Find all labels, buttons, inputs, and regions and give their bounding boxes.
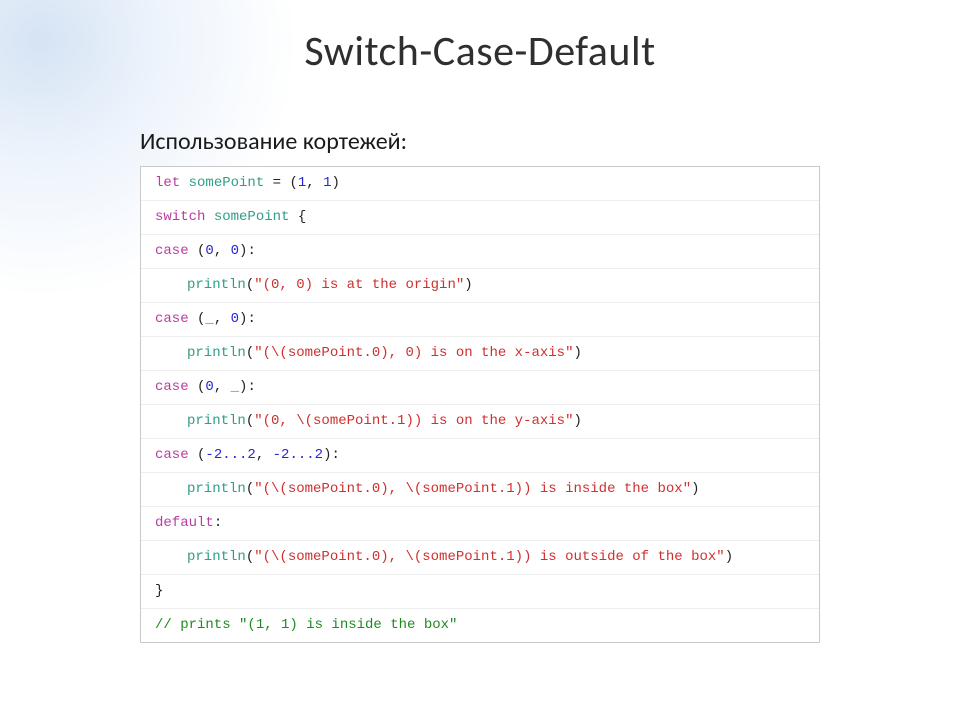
keyword-switch: switch bbox=[155, 209, 205, 225]
code-line: case (_, 0): bbox=[141, 303, 819, 337]
code-text: ) bbox=[691, 481, 699, 497]
keyword-case: case bbox=[155, 243, 189, 259]
code-text: ) bbox=[573, 345, 581, 361]
slide-title: Switch-Case-Default bbox=[0, 26, 960, 77]
identifier: somePoint bbox=[214, 209, 290, 225]
keyword-default: default bbox=[155, 515, 214, 531]
code-text: , bbox=[256, 447, 273, 463]
code-line: default: bbox=[141, 507, 819, 541]
code-line: println("(\(somePoint.0), 0) is on the x… bbox=[141, 337, 819, 371]
code-text bbox=[189, 311, 197, 327]
string-literal: "(\(somePoint.0), \(somePoint.1)) is out… bbox=[254, 549, 724, 565]
code-text: ( bbox=[246, 413, 254, 429]
content-area: Использование кортежей: let somePoint = … bbox=[140, 127, 820, 643]
identifier: println bbox=[187, 549, 246, 565]
code-text: , bbox=[306, 175, 323, 191]
code-text: ( bbox=[246, 481, 254, 497]
title-band: Switch-Case-Default bbox=[0, 0, 960, 97]
string-literal: "(0, 0) is at the origin" bbox=[254, 277, 464, 293]
keyword-case: case bbox=[155, 311, 189, 327]
code-line: // prints "(1, 1) is inside the box" bbox=[141, 609, 819, 642]
code-text: ( bbox=[246, 549, 254, 565]
code-text bbox=[189, 379, 197, 395]
code-line: let somePoint = (1, 1) bbox=[141, 167, 819, 201]
code-text: : bbox=[247, 311, 255, 327]
code-line: case (0, 0): bbox=[141, 235, 819, 269]
string-literal: "(0, \(somePoint.1)) is on the y-axis" bbox=[254, 413, 573, 429]
string-literal: "(\(somePoint.0), \(somePoint.1)) is ins… bbox=[254, 481, 691, 497]
code-text bbox=[205, 209, 213, 225]
code-text: : bbox=[331, 447, 339, 463]
identifier: _ bbox=[205, 311, 213, 327]
number-literal: 1 bbox=[298, 175, 306, 191]
code-text: ) bbox=[573, 413, 581, 429]
subtitle: Использование кортежей: bbox=[140, 127, 820, 156]
code-text bbox=[189, 447, 197, 463]
code-text: ( bbox=[246, 277, 254, 293]
code-text: : bbox=[247, 379, 255, 395]
code-text: , bbox=[214, 311, 231, 327]
identifier: println bbox=[187, 481, 246, 497]
code-text: : bbox=[214, 515, 222, 531]
code-line: println("(0, \(somePoint.1)) is on the y… bbox=[141, 405, 819, 439]
code-text: , bbox=[214, 379, 231, 395]
code-line: println("(0, 0) is at the origin") bbox=[141, 269, 819, 303]
code-line: println("(\(somePoint.0), \(somePoint.1)… bbox=[141, 541, 819, 575]
code-line: println("(\(somePoint.0), \(somePoint.1)… bbox=[141, 473, 819, 507]
identifier: somePoint bbox=[189, 175, 265, 191]
code-text: { bbox=[289, 209, 306, 225]
number-literal: 0 bbox=[231, 243, 239, 259]
code-text: } bbox=[155, 583, 163, 599]
code-line: } bbox=[141, 575, 819, 609]
keyword-case: case bbox=[155, 379, 189, 395]
code-text: ) bbox=[725, 549, 733, 565]
string-literal: "(\(somePoint.0), 0) is on the x-axis" bbox=[254, 345, 573, 361]
code-text: ) bbox=[464, 277, 472, 293]
code-line: switch somePoint { bbox=[141, 201, 819, 235]
number-literal: -2...2 bbox=[205, 447, 255, 463]
code-text: : bbox=[247, 243, 255, 259]
code-text: ( bbox=[246, 345, 254, 361]
code-text: , bbox=[214, 243, 231, 259]
code-line: case (-2...2, -2...2): bbox=[141, 439, 819, 473]
number-literal: 0 bbox=[231, 311, 239, 327]
number-literal: 0 bbox=[205, 379, 213, 395]
code-text: ) bbox=[331, 175, 339, 191]
identifier: _ bbox=[231, 379, 239, 395]
identifier: println bbox=[187, 345, 246, 361]
code-line: case (0, _): bbox=[141, 371, 819, 405]
identifier: println bbox=[187, 277, 246, 293]
code-text bbox=[189, 243, 197, 259]
code-text bbox=[180, 175, 188, 191]
comment: // prints "(1, 1) is inside the box" bbox=[155, 617, 457, 633]
identifier: println bbox=[187, 413, 246, 429]
code-text: = ( bbox=[264, 175, 298, 191]
keyword-case: case bbox=[155, 447, 189, 463]
code-block: let somePoint = (1, 1) switch somePoint … bbox=[140, 166, 820, 643]
number-literal: -2...2 bbox=[273, 447, 323, 463]
keyword-let: let bbox=[155, 175, 180, 191]
number-literal: 0 bbox=[205, 243, 213, 259]
